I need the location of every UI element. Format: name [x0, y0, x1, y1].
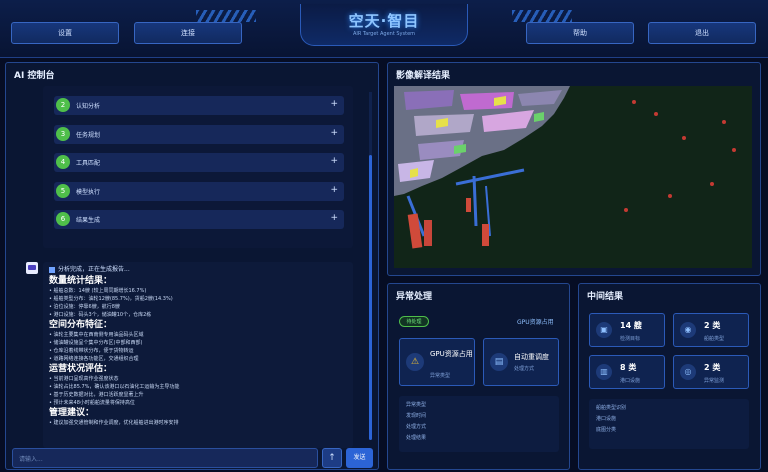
ai-console-title: AI 控制台: [14, 71, 55, 81]
intermediate-detail-item: 船舶类型识别: [596, 405, 627, 411]
expand-plus-icon[interactable]: +: [330, 185, 338, 195]
step-task-planning[interactable]: 3 任务规划 +: [54, 125, 344, 144]
anomaly-card-title: GPU资源占用: [430, 350, 473, 358]
report-line: • 泊位设施：停靠6艘，航行8艘: [49, 304, 120, 310]
report-section-heading: 管理建议：: [49, 408, 95, 418]
help-button[interactable]: 帮助: [526, 22, 634, 44]
console-scrollbar-thumb[interactable]: [369, 155, 372, 440]
intermediate-title: 中间结果: [587, 292, 624, 302]
report-line: • 港口设施：码头3个，储油罐10个，仓库2栋: [49, 312, 152, 318]
step-number: 4: [56, 155, 70, 169]
expand-plus-icon[interactable]: +: [330, 128, 338, 138]
step-number: 3: [56, 127, 70, 141]
header-decoration-left: [196, 10, 256, 22]
warning-icon: ⚠: [406, 353, 424, 371]
connect-button[interactable]: 连接: [134, 22, 242, 44]
step-number: 6: [56, 212, 70, 226]
report-line: • 船舶总数：14艘 (较上周同期增长16.7%): [49, 288, 147, 294]
step-number: 5: [56, 184, 70, 198]
metric-value: 2 类: [704, 321, 721, 330]
send-button[interactable]: 发送: [346, 448, 373, 468]
metric-label: 异常监测: [704, 378, 725, 384]
intermediate-detail-item: 港口设施: [596, 416, 617, 422]
chat-input[interactable]: 请输入...: [12, 448, 318, 468]
anomaly-detail-item: 发现时间: [406, 413, 427, 419]
metric-value: 14 艘: [620, 321, 642, 330]
report-line: • 油轮主要集中在西南侧专用油品码头区域: [49, 332, 144, 338]
report-line: • 油轮占比85.7%，确认该港口以石油化工运输为主导功能: [49, 384, 180, 390]
report-line: • 仓库沿着线带状分布，便于货物转运: [49, 348, 134, 354]
anomaly-title: 异常处理: [396, 292, 433, 302]
step-label: 结果生成: [76, 217, 101, 224]
step-result-generation[interactable]: 6 结果生成 +: [54, 210, 344, 229]
anomaly-card-sub: 处理方式: [514, 366, 535, 372]
exit-button[interactable]: 退出: [648, 22, 756, 44]
anomaly-resource-label: GPU资源占用: [517, 319, 554, 326]
ship-icon: ▣: [596, 322, 612, 338]
expand-plus-icon[interactable]: +: [330, 156, 338, 166]
logo-subtitle: AIR Target Agent System: [352, 31, 416, 37]
step-cognitive-analysis[interactable]: 2 认知分析 +: [54, 96, 344, 115]
report-status-icon: [49, 266, 55, 273]
step-tool-matching[interactable]: 4 工具匹配 +: [54, 153, 344, 172]
satellite-image[interactable]: [394, 86, 752, 268]
metric-facilities[interactable]: ▥ 8 类 港口设施: [589, 355, 665, 389]
reschedule-icon: ▤: [490, 353, 508, 371]
anomaly-detail-item: 处理方式: [406, 424, 427, 430]
app-logo: 空天·智目 AIR Target Agent System: [300, 4, 468, 46]
step-label: 认知分析: [76, 103, 101, 110]
report-body: 数量统计结果： • 船舶总数：14艘 (较上周同期增长16.7%) • 船舶类型分布…: [49, 275, 347, 427]
auto-reschedule-card[interactable]: ▤ 自动重调度 处理方式: [483, 338, 559, 386]
header-decoration-right: [512, 10, 572, 22]
report-section-heading: 空间分布特征：: [49, 320, 113, 330]
report-line: • 道路网络连接各功能区，交通组织合理: [49, 356, 139, 362]
report-line: • 船舶类型分布：油轮12艘(85.7%)，货船2艘(14.3%): [49, 296, 173, 302]
step-label: 模型执行: [76, 189, 101, 196]
top-bar: 空天·智目 AIR Target Agent System 设置 连接 帮助 退…: [0, 0, 768, 58]
report-section-heading: 运营状况评估：: [49, 364, 113, 374]
check-circle-icon: ◎: [680, 364, 696, 380]
metric-targets[interactable]: ▣ 14 艘 检测目标: [589, 313, 665, 347]
image-result-title: 影像解译结果: [396, 71, 451, 81]
building-icon: ▥: [596, 364, 612, 380]
intermediate-details: 船舶类型识别 港口设施 底图分类: [589, 399, 749, 449]
status-badge: 待处理: [399, 316, 429, 327]
intermediate-detail-item: 底图分类: [596, 427, 617, 433]
metric-ship-types[interactable]: ◉ 2 类 船舶类型: [673, 313, 749, 347]
report-line: • 建议加强交通管制和作业调度，优化船舶进出港时序安排: [49, 420, 179, 426]
metric-label: 检测目标: [620, 336, 641, 342]
metric-label: 港口设施: [620, 378, 641, 384]
report-line: • 基于历史数据对比，港口活跃度显著上升: [49, 392, 144, 398]
expand-plus-icon[interactable]: +: [330, 213, 338, 223]
logo-title: 空天·智目: [348, 12, 420, 30]
anomaly-card-sub: 异常类型: [430, 373, 451, 379]
report-line: • 储油罐设施呈个集中分布区(中部和西部): [49, 340, 143, 346]
analysis-report: 分析完成，正在生成报告... 数量统计结果： • 船舶总数：14艘 (较上周同期增…: [43, 262, 353, 448]
step-label: 工具匹配: [76, 160, 101, 167]
metric-value: 2 类: [704, 363, 721, 372]
info-icon: ◉: [680, 322, 696, 338]
metric-anomalies[interactable]: ◎ 2 类 异常监测: [673, 355, 749, 389]
report-status-text: 分析完成，正在生成报告...: [58, 266, 130, 273]
anomaly-card-title: 自动重调度: [514, 353, 549, 361]
report-line: • 预计未来48小时船舶流量将保持高位: [49, 400, 135, 406]
metric-label: 船舶类型: [704, 336, 725, 342]
gpu-anomaly-card[interactable]: ⚠ GPU资源占用 异常类型: [399, 338, 475, 386]
upload-icon[interactable]: ↑: [322, 448, 342, 468]
report-status: 分析完成，正在生成报告...: [49, 265, 347, 275]
step-number: 2: [56, 98, 70, 112]
anomaly-detail-item: 异常类型: [406, 402, 427, 408]
metric-value: 8 类: [620, 363, 637, 372]
step-label: 任务规划: [76, 132, 101, 139]
settings-button[interactable]: 设置: [11, 22, 119, 44]
anomaly-detail-item: 处理结果: [406, 435, 427, 441]
step-model-execution[interactable]: 5 模型执行 +: [54, 182, 344, 201]
anomaly-details: 异常类型 发现时间 处理方式 处理结果: [399, 396, 559, 452]
expand-plus-icon[interactable]: +: [330, 99, 338, 109]
chat-input-placeholder: 请输入...: [19, 456, 43, 463]
ai-avatar-icon: [26, 262, 38, 274]
report-section-heading: 数量统计结果：: [49, 276, 113, 286]
report-line: • 当前港口呈现高作业强度状态: [49, 376, 119, 382]
